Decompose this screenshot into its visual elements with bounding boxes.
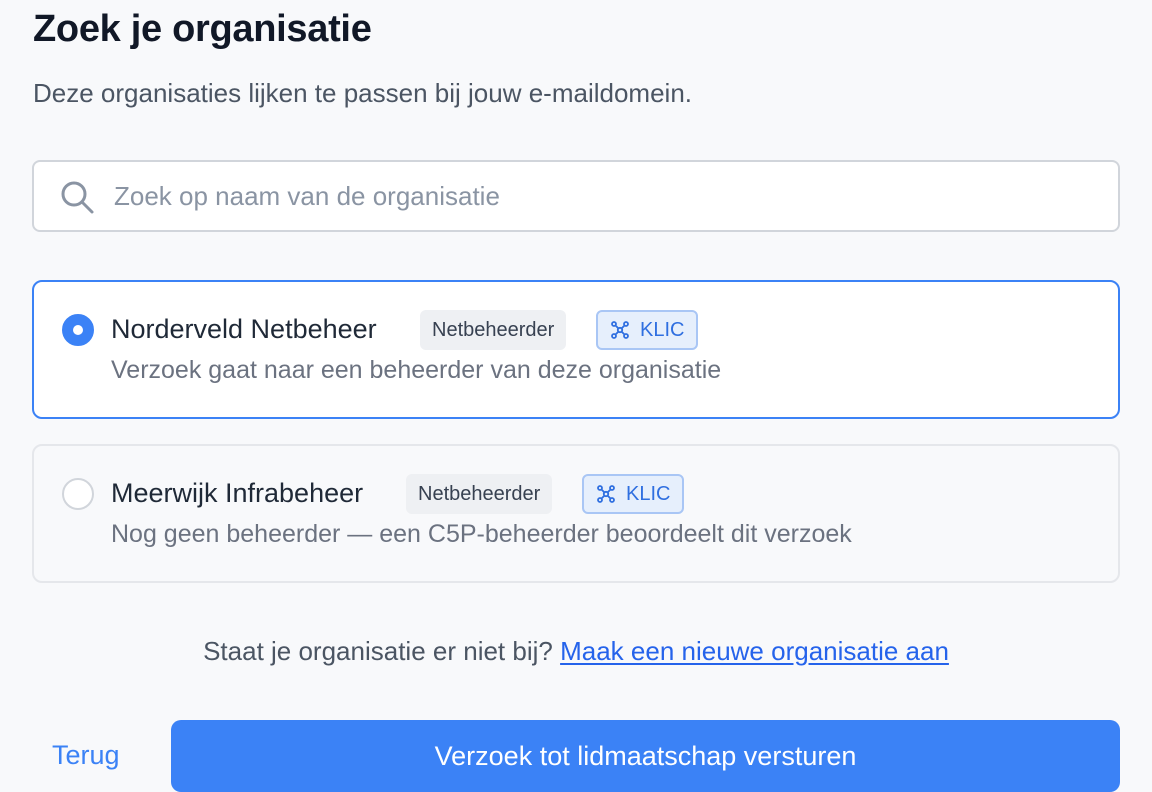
- prompt-text: Staat je organisatie er niet bij?: [203, 636, 553, 666]
- organization-option[interactable]: Norderveld Netbeheer Netbeheerder KLIC V…: [32, 280, 1120, 419]
- network-icon: [597, 485, 615, 503]
- back-button[interactable]: Terug: [52, 740, 120, 771]
- badge-label: KLIC: [626, 482, 671, 505]
- submit-membership-request-button[interactable]: Verzoek tot lidmaatschap versturen: [171, 720, 1120, 792]
- search-icon: [61, 181, 94, 214]
- create-organization-link[interactable]: Maak een nieuwe organisatie aan: [560, 636, 949, 666]
- page-title: Zoek je organisatie: [33, 8, 372, 50]
- organization-name: Meerwijk Infrabeheer: [111, 478, 364, 508]
- badge-label: KLIC: [640, 318, 685, 341]
- organization-description: Verzoek gaat naar een beheerder van deze…: [111, 356, 722, 384]
- badge-label: Netbeheerder: [432, 318, 555, 341]
- service-badge: KLIC: [596, 310, 699, 350]
- organization-name: Norderveld Netbeheer: [111, 314, 377, 344]
- page-subtitle: Deze organisaties lijken te passen bij j…: [33, 78, 693, 108]
- organization-type-badge: Netbeheerder: [406, 474, 553, 514]
- badge-label: Netbeheerder: [418, 482, 541, 505]
- radio-button[interactable]: [62, 478, 94, 510]
- search-box[interactable]: [32, 160, 1120, 232]
- network-icon: [611, 321, 629, 339]
- radio-button-selected[interactable]: [62, 314, 94, 346]
- search-input[interactable]: [114, 162, 1104, 230]
- service-badge: KLIC: [582, 474, 685, 514]
- organization-type-badge: Netbeheerder: [420, 310, 567, 350]
- join-organization-page: Zoek je organisatie Deze organisaties li…: [0, 0, 1152, 792]
- organization-option[interactable]: Meerwijk Infrabeheer Netbeheerder KLIC N…: [32, 444, 1120, 583]
- organization-description: Nog geen beheerder — een C5P-beheerder b…: [111, 520, 852, 548]
- create-organization-prompt: Staat je organisatie er niet bij? Maak e…: [0, 636, 1152, 667]
